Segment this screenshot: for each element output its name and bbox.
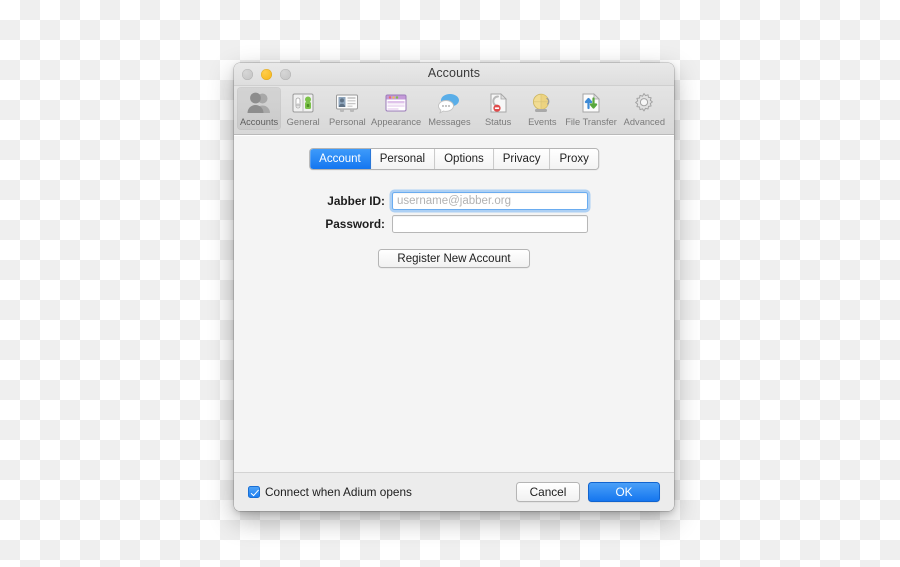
toolbar-item-label: Advanced [623, 117, 666, 127]
accounts-icon [237, 90, 281, 116]
tab-personal[interactable]: Personal [370, 149, 436, 169]
general-icon [281, 90, 325, 116]
checkbox-box[interactable] [248, 486, 260, 498]
events-icon [520, 90, 564, 116]
password-label: Password: [325, 217, 385, 231]
accounts-window: Accounts Accounts General Personal Appea… [234, 63, 674, 511]
jabber-id-label: Jabber ID: [327, 194, 385, 208]
toolbar-item-advanced[interactable]: Advanced [618, 87, 671, 130]
jabber-id-placeholder: username@jabber.org [397, 195, 511, 207]
window-title: Accounts [427, 66, 481, 80]
toolbar-item-status[interactable]: Status [476, 87, 520, 130]
dialog-footer: Connect when Adium opens Cancel OK [234, 472, 674, 511]
toolbar-item-personal[interactable]: Personal [325, 87, 369, 130]
tab-proxy[interactable]: Proxy [550, 149, 598, 169]
register-new-account-button[interactable]: Register New Account [378, 249, 530, 268]
tab-options[interactable]: Options [435, 149, 494, 169]
toolbar-item-messages[interactable]: Messages [423, 87, 476, 130]
tab-account[interactable]: Account [310, 149, 371, 169]
connect-when-adium-opens-checkbox[interactable]: Connect when Adium opens [248, 485, 412, 499]
register-row: Register New Account [234, 249, 674, 268]
toolbar-item-accounts[interactable]: Accounts [237, 87, 282, 130]
password-input[interactable] [392, 215, 588, 233]
checkbox-label: Connect when Adium opens [265, 485, 412, 499]
status-icon [476, 90, 520, 116]
jabber-id-row: Jabber ID: username@jabber.org [234, 192, 674, 210]
advanced-icon [618, 90, 671, 116]
toolbar-item-label: File Transfer [565, 117, 617, 127]
account-form: Jabber ID: username@jabber.org Password:… [234, 192, 674, 268]
appearance-icon [369, 90, 422, 116]
cancel-button[interactable]: Cancel [516, 482, 580, 502]
preferences-toolbar: Accounts General Personal Appearance Mes… [234, 86, 674, 135]
personal-icon [325, 90, 369, 116]
toolbar-item-label: Status [484, 117, 512, 127]
toolbar-item-general[interactable]: General [281, 87, 325, 130]
ok-button[interactable]: OK [588, 482, 660, 502]
toolbar-item-file-transfer[interactable]: File Transfer [564, 87, 617, 130]
tab-privacy[interactable]: Privacy [493, 149, 551, 169]
file-transfer-icon [564, 90, 617, 116]
toolbar-item-label: Accounts [239, 117, 279, 127]
messages-icon [423, 90, 476, 116]
jabber-id-input[interactable]: username@jabber.org [392, 192, 588, 210]
account-pane: Account Personal Options Privacy Proxy J… [234, 135, 674, 472]
toolbar-item-label: Messages [428, 117, 471, 127]
password-row: Password: [234, 215, 674, 233]
window-titlebar[interactable]: Accounts [234, 63, 674, 86]
toolbar-item-appearance[interactable]: Appearance [369, 87, 422, 130]
toolbar-item-label: Events [528, 117, 557, 127]
toolbar-item-label: Personal [329, 117, 366, 127]
toolbar-item-label: General [286, 117, 320, 127]
account-tab-bar: Account Personal Options Privacy Proxy [309, 148, 599, 170]
toolbar-item-label: Appearance [371, 117, 422, 127]
toolbar-item-events[interactable]: Events [520, 87, 564, 130]
